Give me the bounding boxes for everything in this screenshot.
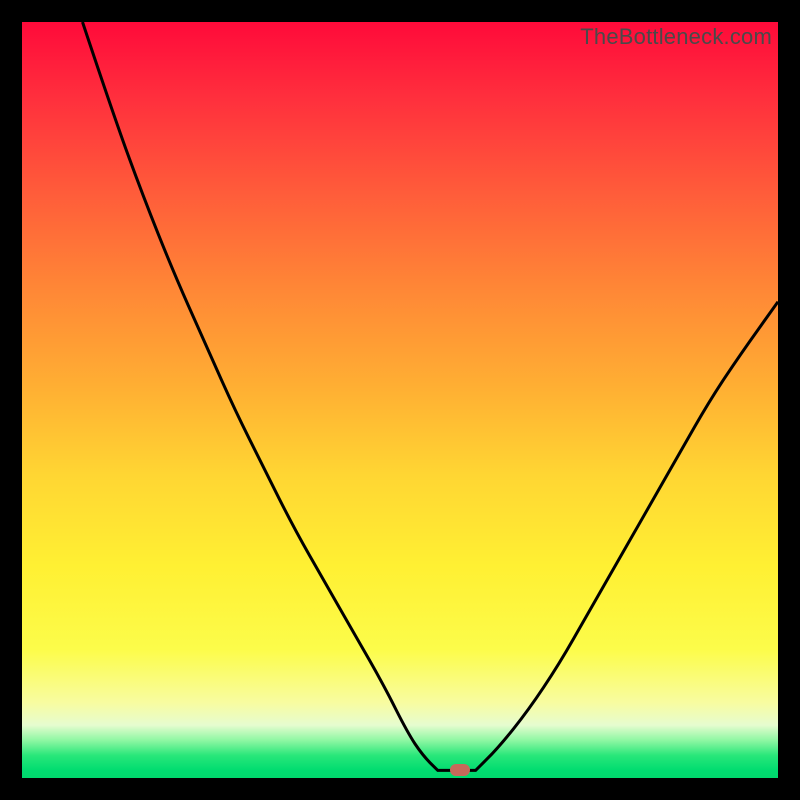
plot-area: TheBottleneck.com [22, 22, 778, 778]
minimum-marker [450, 764, 470, 776]
chart-frame: TheBottleneck.com [0, 0, 800, 800]
curve-path [83, 22, 779, 770]
bottleneck-curve [22, 22, 778, 778]
